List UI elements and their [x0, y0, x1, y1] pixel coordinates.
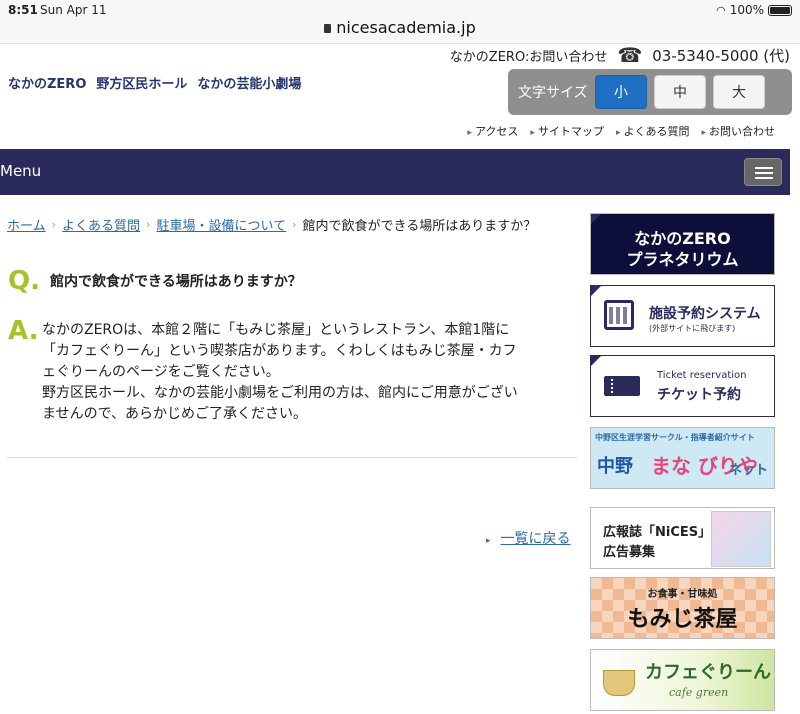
- manabiya-small: 中野区生涯学習サークル・指導者紹介サイト: [595, 433, 755, 442]
- menu-label[interactable]: Menu: [0, 162, 41, 180]
- arrow-right-icon: ▸: [486, 536, 491, 546]
- menu-bar: Menu: [0, 149, 790, 195]
- status-date: Sun Apr 11: [40, 3, 107, 17]
- link-faq[interactable]: ▸ よくある質問: [616, 123, 690, 139]
- answer-line: ェぐりーんのページをご覧ください。: [42, 364, 280, 380]
- font-size-control: 文字サイズ 小 中 大: [508, 69, 792, 115]
- link-sitemap[interactable]: ▸ サイトマップ: [530, 123, 604, 139]
- divider: [7, 457, 577, 458]
- chevron-right-icon: ›: [292, 218, 297, 231]
- phone-icon: ☎: [617, 43, 643, 67]
- momiji-title: もみじ茶屋: [627, 606, 738, 632]
- breadcrumb: ホーム › よくある質問 › 駐車場・設備について › 館内で飲食ができる場所は…: [7, 215, 536, 234]
- breadcrumb-current: 館内で飲食ができる場所はありますか？: [302, 219, 537, 234]
- nices-line1: 広報誌「NiCES」: [603, 525, 712, 540]
- site-names: なかのZERO 野方区民ホール なかの芸能小劇場: [8, 73, 301, 92]
- chevron-right-icon: ›: [51, 218, 57, 231]
- facility-reservation-banner[interactable]: 施設予約システム (外部サイトに飛びます): [590, 285, 775, 347]
- address-bar[interactable]: nicesacademia.jp: [0, 18, 800, 37]
- corner: [591, 214, 601, 224]
- nices-ad-banner[interactable]: 広報誌「NiCES」 広告募集: [590, 507, 775, 569]
- status-bar: 8:51 Sun Apr 11 nicesacademia.jp ◠ 100%: [0, 0, 800, 44]
- manabiya-nakano: 中野: [597, 456, 633, 477]
- font-size-large-button[interactable]: 大: [713, 75, 765, 109]
- answer-mark: A.: [8, 316, 39, 346]
- status-time: 8:51: [8, 3, 38, 17]
- back-to-list[interactable]: ▸ 一覧に戻る: [486, 528, 571, 548]
- wifi-icon: ◠: [716, 3, 726, 17]
- answer-line: 「カフェぐりーん」という喫茶店があります。くわしくはもみじ茶屋・カフ: [42, 343, 517, 359]
- question-mark: Q.: [8, 266, 40, 296]
- answer-line: ませんので、あらかじめご了承ください。: [42, 406, 308, 422]
- font-size-small-button[interactable]: 小: [595, 75, 647, 109]
- site-name-nogata[interactable]: 野方区民ホール: [96, 73, 187, 92]
- facility-sub: (外部サイトに飛びます): [649, 324, 736, 333]
- breadcrumb-category[interactable]: 駐車場・設備について: [156, 215, 286, 234]
- nices-line2: 広告募集: [603, 545, 656, 560]
- font-size-label: 文字サイズ: [518, 85, 588, 101]
- ticket-sub: Ticket reservation: [657, 370, 747, 381]
- top-links: ▸ アクセス ▸ サイトマップ ▸ よくある質問 ▸ お問い合わせ: [467, 123, 775, 139]
- answer-line: 野方区民ホール、なかの芸能小劇場をご利用の方は、館内にご用意がござい: [42, 385, 518, 401]
- cup-icon: [603, 670, 635, 696]
- manabiya-net: ネット: [728, 463, 768, 478]
- battery-icon: [768, 4, 792, 16]
- calendar-icon: [604, 300, 634, 330]
- breadcrumb-home[interactable]: ホーム: [7, 215, 46, 234]
- momiji-small: お食事・甘味処: [647, 589, 718, 600]
- question-block: Q. 館内で飲食ができる場所はありますか？: [8, 266, 302, 296]
- phone-number[interactable]: 03-5340-5000 (代): [652, 45, 790, 66]
- battery-percent: 100%: [729, 3, 764, 17]
- lock-icon: [324, 24, 332, 33]
- site-name-geino[interactable]: なかの芸能小劇場: [197, 73, 301, 92]
- link-contact[interactable]: ▸ お問い合わせ: [701, 123, 775, 139]
- answer-text: なかのZEROは、本館２階に「もみじ茶屋」というレストラン、本館1階に 「カフェ…: [42, 320, 582, 425]
- back-to-list-link[interactable]: 一覧に戻る: [501, 531, 571, 547]
- ticket-icon: [604, 376, 640, 396]
- site-name-zero[interactable]: なかのZERO: [8, 73, 86, 92]
- corner: [591, 356, 601, 366]
- cafe-sub: cafe green: [669, 686, 729, 699]
- cafe-title: カフェぐりーん: [645, 662, 771, 683]
- magazine-cover-image: [711, 511, 771, 567]
- planetarium-line2: プラネタリウム: [626, 250, 739, 269]
- planetarium-banner[interactable]: なかのZERO プラネタリウム: [590, 213, 775, 275]
- manabiya-banner[interactable]: 中野区生涯学習サークル・指導者紹介サイト 中野 まな びりや ネット: [590, 427, 775, 489]
- contact-line: なかのZERO:お問い合わせ ☎ 03-5340-5000 (代): [449, 43, 790, 67]
- hamburger-menu-icon[interactable]: [744, 158, 782, 186]
- corner: [591, 286, 601, 296]
- url-text: nicesacademia.jp: [336, 18, 476, 37]
- ticket-title: チケット予約: [657, 387, 741, 403]
- facility-title: 施設予約システム: [649, 306, 761, 322]
- question-text: 館内で飲食ができる場所はありますか？: [49, 274, 302, 290]
- ticket-reservation-banner[interactable]: Ticket reservation チケット予約: [590, 355, 775, 417]
- cafe-green-banner[interactable]: カフェぐりーん cafe green: [590, 649, 775, 711]
- momiji-banner[interactable]: お食事・甘味処 もみじ茶屋: [590, 577, 775, 639]
- contact-label: なかのZERO:お問い合わせ: [449, 49, 608, 65]
- answer-line: なかのZEROは、本館２階に「もみじ茶屋」というレストラン、本館1階に: [42, 322, 510, 338]
- chevron-right-icon: ›: [146, 218, 151, 231]
- link-access[interactable]: ▸ アクセス: [467, 123, 518, 139]
- breadcrumb-faq[interactable]: よくある質問: [62, 215, 140, 234]
- status-right: ◠ 100%: [716, 3, 792, 17]
- font-size-medium-button[interactable]: 中: [654, 75, 706, 109]
